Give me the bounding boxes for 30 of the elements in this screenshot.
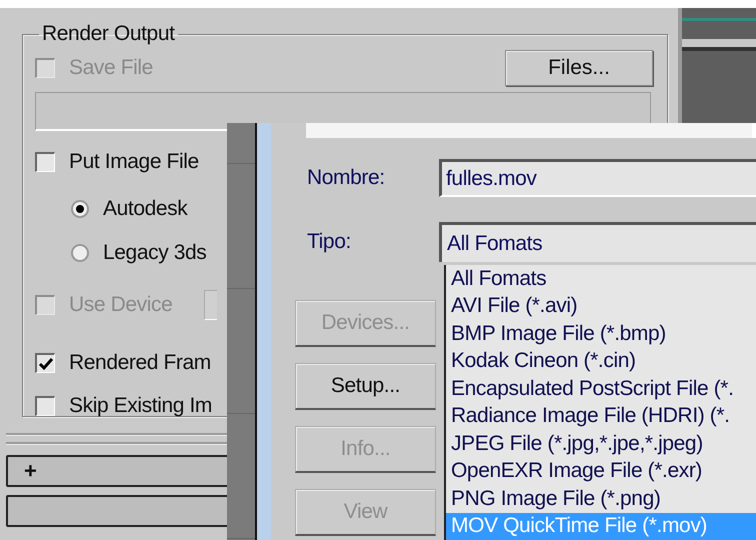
file-type-option[interactable]: OpenEXR Image File (*.exr) <box>446 458 756 485</box>
checkbox-label: Save File <box>69 56 153 80</box>
dialog-button[interactable]: Setup... <box>295 363 436 410</box>
file-type-option[interactable]: JPEG File (*.jpg,*.jpe,*.jpeg) <box>446 430 756 458</box>
file-type-option[interactable]: BMP Image File (*.bmp) <box>446 320 756 348</box>
file-type-option[interactable]: Kodak Cineon (*.cin) <box>446 348 756 375</box>
group-title: Render Output <box>41 22 176 46</box>
checkbox-label: Put Image File <box>69 150 199 174</box>
file-type-option[interactable]: Radiance Image File (HDRI) (*. <box>446 402 756 430</box>
radio-button[interactable] <box>71 200 89 218</box>
checkbox-label: Rendered Fram <box>69 351 211 375</box>
radio-label: Legacy 3ds <box>103 241 206 265</box>
file-type-option[interactable]: PNG Image File (*.png) <box>446 485 756 512</box>
checkbox-label: Skip Existing Im <box>69 394 212 418</box>
check-icon <box>38 356 54 370</box>
checkbox[interactable] <box>35 353 55 373</box>
file-name-field[interactable]: fulles.mov <box>439 159 756 197</box>
checkbox-label: Use Device <box>69 293 172 317</box>
device-field[interactable] <box>204 290 218 320</box>
radio-label: Autodesk <box>103 197 188 221</box>
file-type-option[interactable]: All Fomats <box>446 265 756 292</box>
checkbox[interactable] <box>35 152 55 172</box>
file-type-option[interactable]: AVI File (*.avi) <box>446 292 756 320</box>
files-button[interactable]: Files... <box>505 50 653 86</box>
name-label: Nombre: <box>306 166 386 190</box>
file-type-dropdown[interactable]: All Fomats <box>439 222 756 262</box>
checkbox[interactable] <box>35 396 55 416</box>
type-label: Tipo: <box>306 230 352 254</box>
radio-button[interactable] <box>71 244 89 262</box>
file-type-option[interactable]: Encapsulated PostScript File (*. <box>446 375 756 402</box>
